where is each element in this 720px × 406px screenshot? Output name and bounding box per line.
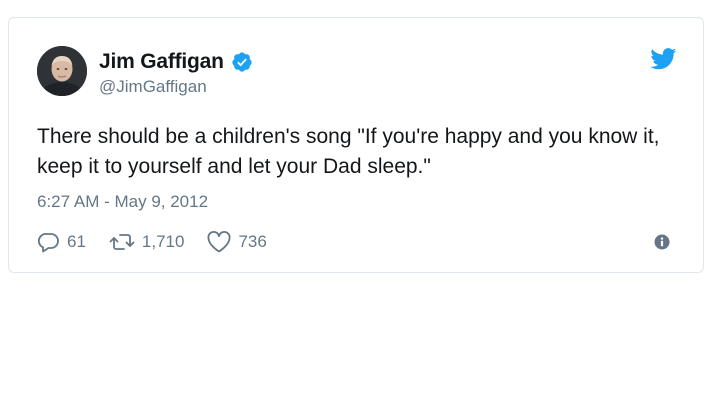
reply-count: 61 — [67, 232, 86, 251]
avatar[interactable] — [37, 46, 87, 96]
twitter-bird-icon[interactable] — [650, 48, 677, 70]
author-name[interactable]: Jim Gaffigan — [99, 50, 224, 74]
tweet-actions: 61 1,710 736 — [37, 230, 289, 254]
verified-badge-icon — [231, 51, 253, 73]
author-handle[interactable]: @JimGaffigan — [99, 77, 253, 97]
retweet-button[interactable]: 1,710 — [108, 230, 185, 254]
tweet-timestamp[interactable]: 6:27 AM - May 9, 2012 — [37, 192, 208, 212]
heart-icon — [206, 230, 232, 254]
retweet-icon — [108, 230, 136, 254]
reply-button[interactable]: 61 — [37, 230, 86, 254]
author-block[interactable]: Jim Gaffigan @JimGaffigan — [99, 49, 253, 97]
like-count: 736 — [238, 232, 267, 251]
info-icon[interactable] — [654, 234, 670, 250]
tweet-card[interactable]: Jim Gaffigan @JimGaffigan There should b… — [8, 17, 704, 273]
page: Jim Gaffigan @JimGaffigan There should b… — [0, 0, 720, 406]
retweet-count: 1,710 — [141, 232, 185, 251]
tweet-text: There should be a children's song "If yo… — [37, 125, 660, 178]
author-name-row: Jim Gaffigan — [99, 49, 253, 75]
like-button[interactable]: 736 — [206, 230, 267, 254]
reply-icon — [37, 230, 61, 254]
